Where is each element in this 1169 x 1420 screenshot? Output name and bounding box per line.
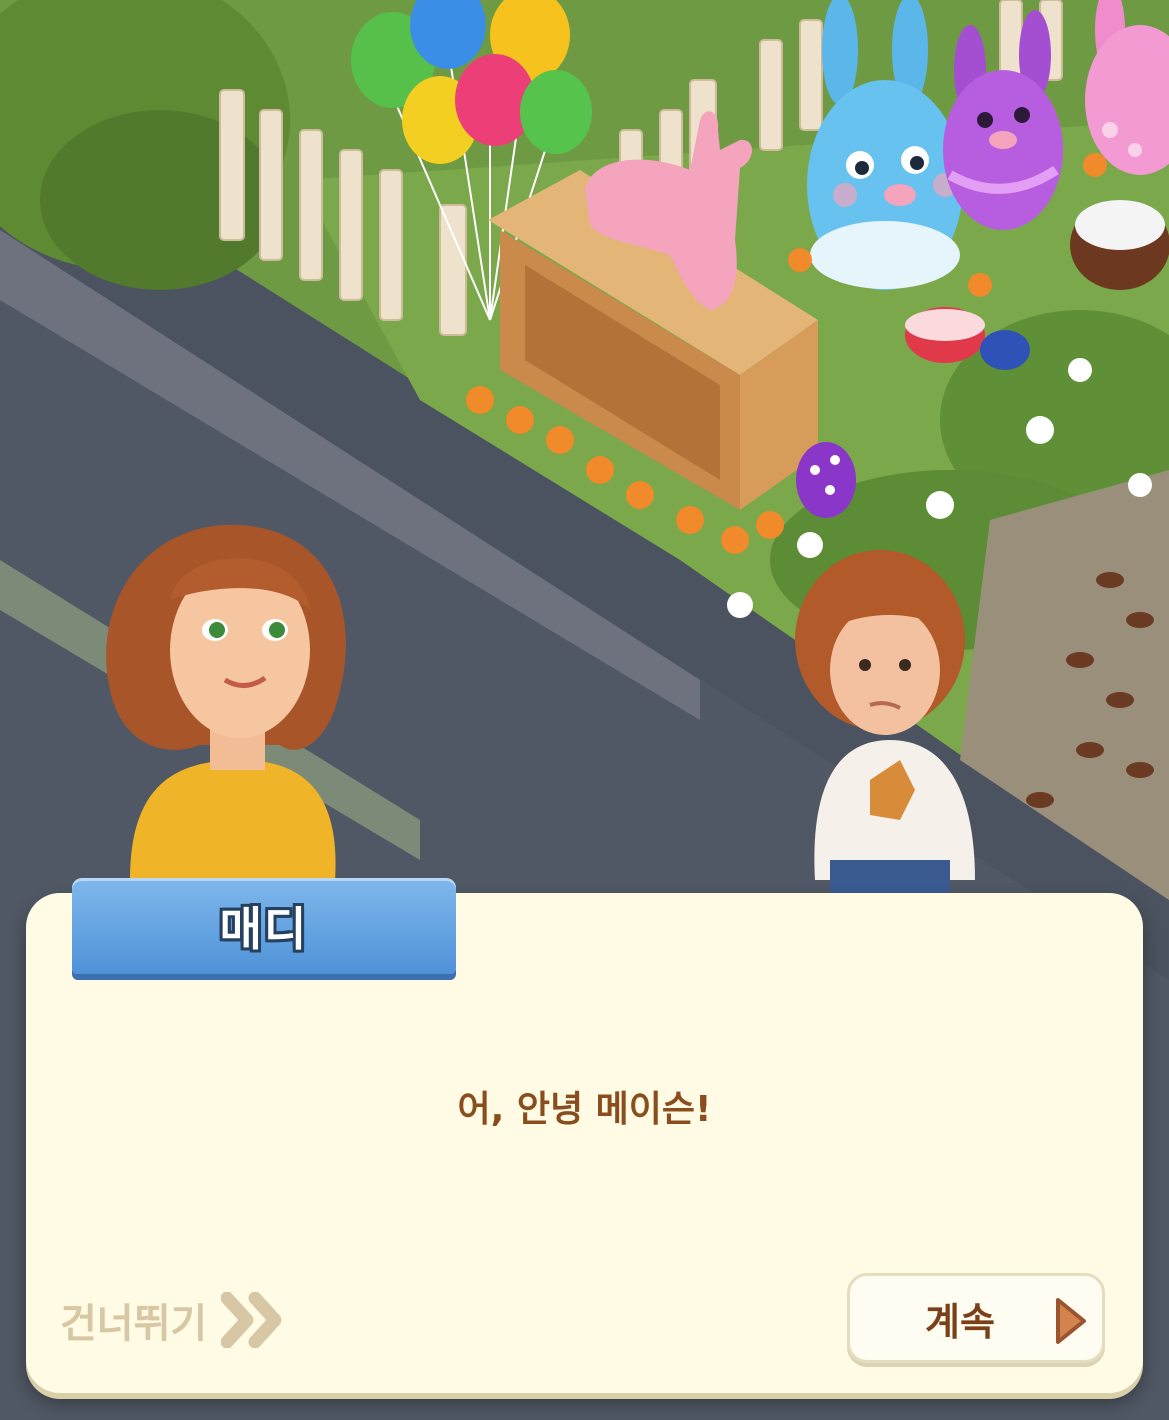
- speaker-nameplate: 매디: [72, 878, 456, 974]
- continue-label: 계속: [925, 1299, 995, 1344]
- double-chevron-right-icon: [221, 1292, 287, 1348]
- skip-label: 건너뛰기: [60, 1301, 208, 1347]
- dialog-message: 어, 안녕 메이슨!: [457, 1089, 712, 1130]
- speaker-name: 매디: [219, 902, 309, 956]
- continue-button[interactable]: 계속: [847, 1273, 1105, 1363]
- skip-button[interactable]: 건너뛰기: [60, 1290, 287, 1350]
- maddie-character: [106, 524, 346, 880]
- play-triangle-icon: [1052, 1296, 1088, 1350]
- polka-dot-egg: [796, 442, 856, 518]
